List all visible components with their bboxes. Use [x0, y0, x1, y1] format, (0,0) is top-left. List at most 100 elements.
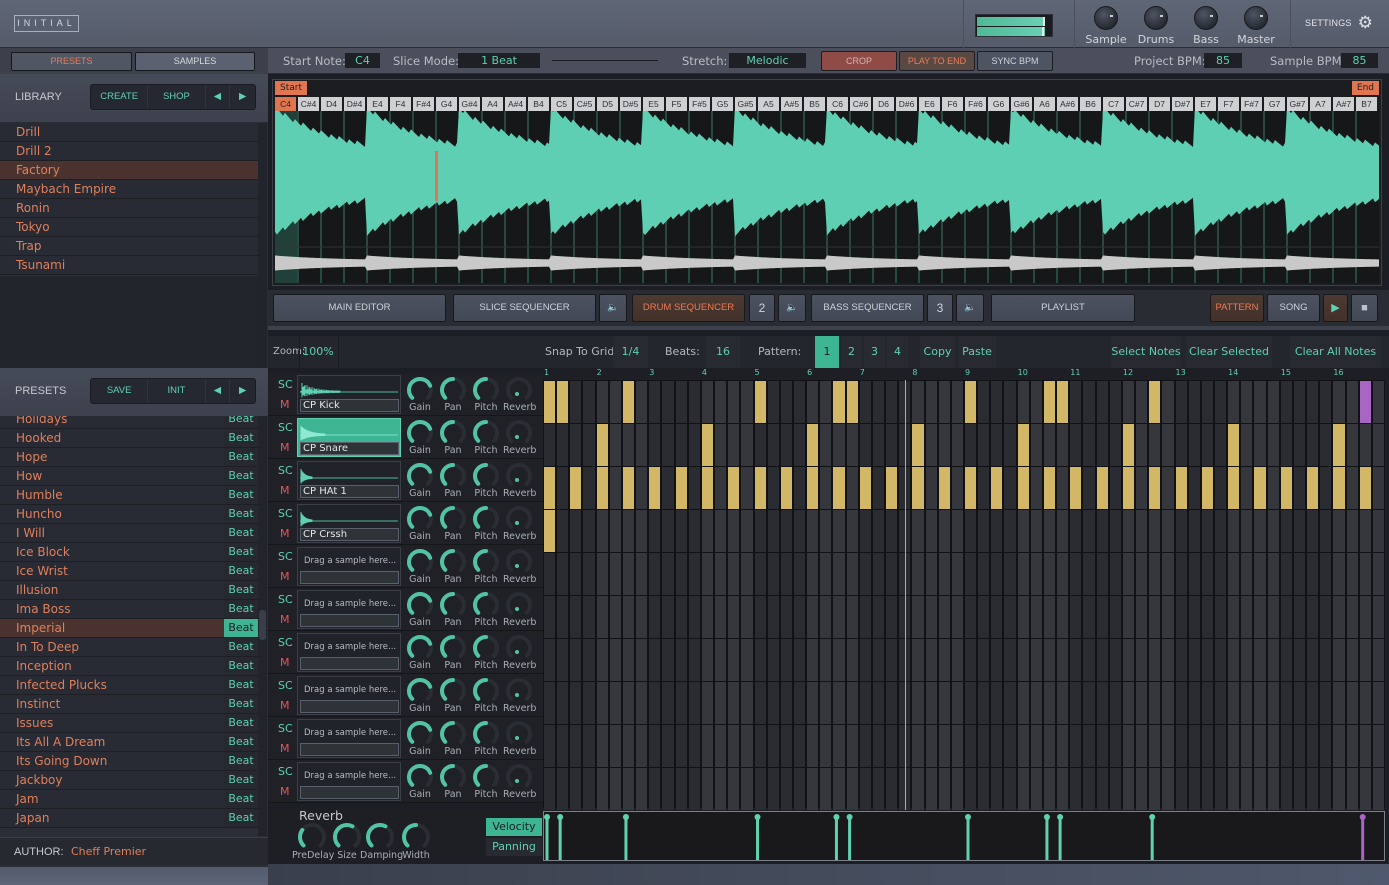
step-cell[interactable]: [1122, 682, 1135, 724]
step-cell[interactable]: [557, 596, 569, 638]
step-cell[interactable]: [1293, 553, 1306, 595]
knob-gain[interactable]: Gain: [404, 376, 436, 413]
step-cell[interactable]: [715, 596, 727, 638]
slice-key[interactable]: F#6: [965, 97, 986, 111]
step-cell[interactable]: [570, 553, 582, 595]
step-cell[interactable]: [1214, 682, 1227, 724]
step-cell[interactable]: [1346, 639, 1358, 681]
step-cell[interactable]: [1175, 381, 1187, 423]
step-cell[interactable]: [793, 639, 806, 681]
step-cell[interactable]: [1004, 725, 1016, 767]
preset-item[interactable]: Jackboy Beat: [0, 771, 258, 790]
step-cell[interactable]: [1267, 510, 1279, 552]
step-cell[interactable]: [793, 596, 806, 638]
knob-gain[interactable]: Gain: [404, 763, 436, 800]
step-note[interactable]: [701, 424, 714, 466]
step-cell[interactable]: [1162, 682, 1174, 724]
slice-key[interactable]: A#7: [1333, 97, 1354, 111]
step-cell[interactable]: [872, 682, 885, 724]
step-cell[interactable]: [780, 768, 792, 810]
step-cell[interactable]: [938, 510, 950, 552]
step-cell[interactable]: [1043, 639, 1056, 681]
step-cell[interactable]: [557, 510, 569, 552]
step-cell[interactable]: [767, 467, 779, 509]
step-cell[interactable]: [1175, 424, 1187, 466]
step-cell[interactable]: [1122, 510, 1135, 552]
step-cell[interactable]: [1175, 725, 1187, 767]
step-cell[interactable]: [1043, 725, 1056, 767]
step-note[interactable]: [1149, 467, 1161, 509]
pattern-4-button[interactable]: 4: [887, 336, 908, 368]
bass-sequencer-speaker[interactable]: 🔈: [956, 294, 984, 322]
step-note[interactable]: [833, 381, 845, 423]
knob-pitch[interactable]: Pitch: [470, 720, 502, 757]
step-cell[interactable]: [1162, 424, 1174, 466]
step-cell[interactable]: [1359, 424, 1371, 466]
knob-pan[interactable]: Pan: [437, 419, 469, 456]
step-cell[interactable]: [820, 381, 832, 423]
library-item[interactable]: Trap: [0, 237, 258, 256]
step-note[interactable]: [1359, 381, 1371, 423]
step-cell[interactable]: [1096, 639, 1108, 681]
knob-reverb[interactable]: Reverb: [503, 462, 536, 499]
step-note[interactable]: [1333, 467, 1345, 509]
step-cell[interactable]: [596, 682, 608, 724]
velocity-lane-button[interactable]: Velocity: [486, 818, 542, 836]
step-cell[interactable]: [1201, 381, 1213, 423]
slice-key[interactable]: D#4: [344, 97, 365, 111]
knob-dial[interactable]: [1144, 6, 1168, 30]
reverb-knob-width[interactable]: Width: [396, 822, 436, 861]
step-cell[interactable]: [1307, 682, 1319, 724]
step-cell[interactable]: [1175, 768, 1187, 810]
step-cell[interactable]: [583, 725, 595, 767]
slice-key[interactable]: A5: [758, 97, 779, 111]
step-cell[interactable]: [557, 682, 569, 724]
slice-key[interactable]: G#6: [1011, 97, 1032, 111]
step-cell[interactable]: [662, 381, 674, 423]
slice-key[interactable]: E7: [1195, 97, 1216, 111]
bass-sequencer-button[interactable]: BASS SEQUENCER: [811, 294, 924, 322]
step-cell[interactable]: [1122, 596, 1135, 638]
knob-dial[interactable]: [1094, 6, 1118, 30]
step-cell[interactable]: [1004, 596, 1016, 638]
knob-dial[interactable]: [1194, 6, 1218, 30]
step-cell[interactable]: [583, 553, 595, 595]
step-cell[interactable]: [754, 424, 766, 466]
step-cell[interactable]: [846, 596, 858, 638]
step-cell[interactable]: [978, 768, 990, 810]
step-cell[interactable]: [728, 768, 740, 810]
step-note[interactable]: [965, 381, 977, 423]
step-cell[interactable]: [557, 768, 569, 810]
solo-button[interactable]: SC: [278, 507, 293, 520]
settings-button[interactable]: SETTINGS ⚙: [1305, 14, 1373, 31]
step-cell[interactable]: [1057, 424, 1069, 466]
step-cell[interactable]: [1136, 682, 1148, 724]
step-cell[interactable]: [1333, 381, 1345, 423]
knob-pan[interactable]: Pan: [437, 548, 469, 585]
step-cell[interactable]: [728, 639, 740, 681]
step-cell[interactable]: [1083, 510, 1095, 552]
step-cell[interactable]: [1359, 596, 1371, 638]
step-cell[interactable]: [1136, 596, 1148, 638]
step-cell[interactable]: [872, 768, 885, 810]
slice-key[interactable]: G#4: [459, 97, 480, 111]
step-cell[interactable]: [636, 553, 648, 595]
step-cell[interactable]: [1162, 725, 1174, 767]
step-cell[interactable]: [1346, 682, 1358, 724]
mute-button[interactable]: M: [280, 398, 290, 411]
mute-button[interactable]: M: [280, 527, 290, 540]
step-cell[interactable]: [1070, 596, 1082, 638]
step-cell[interactable]: [1096, 553, 1108, 595]
step-cell[interactable]: [1162, 381, 1174, 423]
step-cell[interactable]: [872, 467, 885, 509]
step-cell[interactable]: [1136, 639, 1148, 681]
shop-button[interactable]: SHOP: [148, 85, 206, 109]
step-cell[interactable]: [780, 553, 792, 595]
step-cell[interactable]: [1280, 682, 1292, 724]
step-cell[interactable]: [859, 510, 871, 552]
step-cell[interactable]: [1267, 725, 1279, 767]
step-cell[interactable]: [1346, 725, 1358, 767]
step-cell[interactable]: [767, 553, 779, 595]
step-cell[interactable]: [1004, 768, 1016, 810]
preset-item[interactable]: Ice Wrist Beat: [0, 562, 258, 581]
